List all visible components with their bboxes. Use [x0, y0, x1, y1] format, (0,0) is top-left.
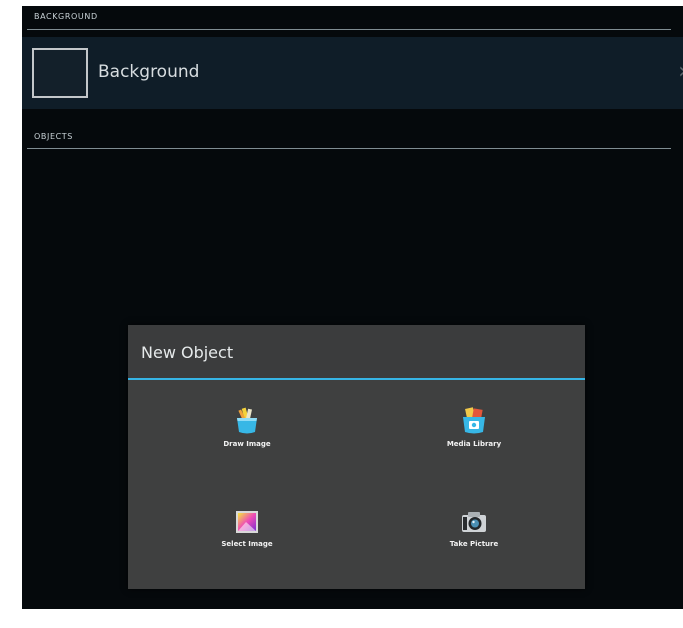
objects-section-divider [27, 148, 671, 149]
app-screen: BACKGROUND Background › OBJECTS New Obje… [22, 6, 683, 609]
background-section-header: BACKGROUND [34, 12, 98, 21]
background-thumbnail [32, 48, 88, 98]
background-list-item[interactable]: Background › [22, 37, 683, 109]
camera-icon [462, 512, 486, 532]
new-object-dialog: New Object Draw Image Media Library Sele… [128, 325, 585, 589]
objects-section-header: OBJECTS [34, 132, 73, 141]
media-library-icon [463, 407, 485, 434]
chevron-right-icon: › [678, 59, 683, 84]
dialog-options-grid: Draw Image Media Library Select Image Ta… [128, 380, 585, 589]
take-picture-option[interactable]: Take Picture [429, 509, 519, 548]
background-section-divider [27, 29, 671, 30]
draw-image-icon [237, 407, 257, 434]
dialog-title: New Object [141, 343, 234, 362]
take-picture-label: Take Picture [449, 540, 499, 548]
select-image-label: Select Image [221, 540, 273, 548]
media-library-option[interactable]: Media Library [429, 407, 519, 448]
draw-image-option[interactable]: Draw Image [202, 407, 292, 448]
media-library-label: Media Library [446, 440, 502, 448]
background-item-label: Background [98, 62, 200, 82]
select-image-option[interactable]: Select Image [202, 509, 292, 548]
draw-image-label: Draw Image [223, 440, 271, 448]
select-image-icon [236, 511, 258, 533]
